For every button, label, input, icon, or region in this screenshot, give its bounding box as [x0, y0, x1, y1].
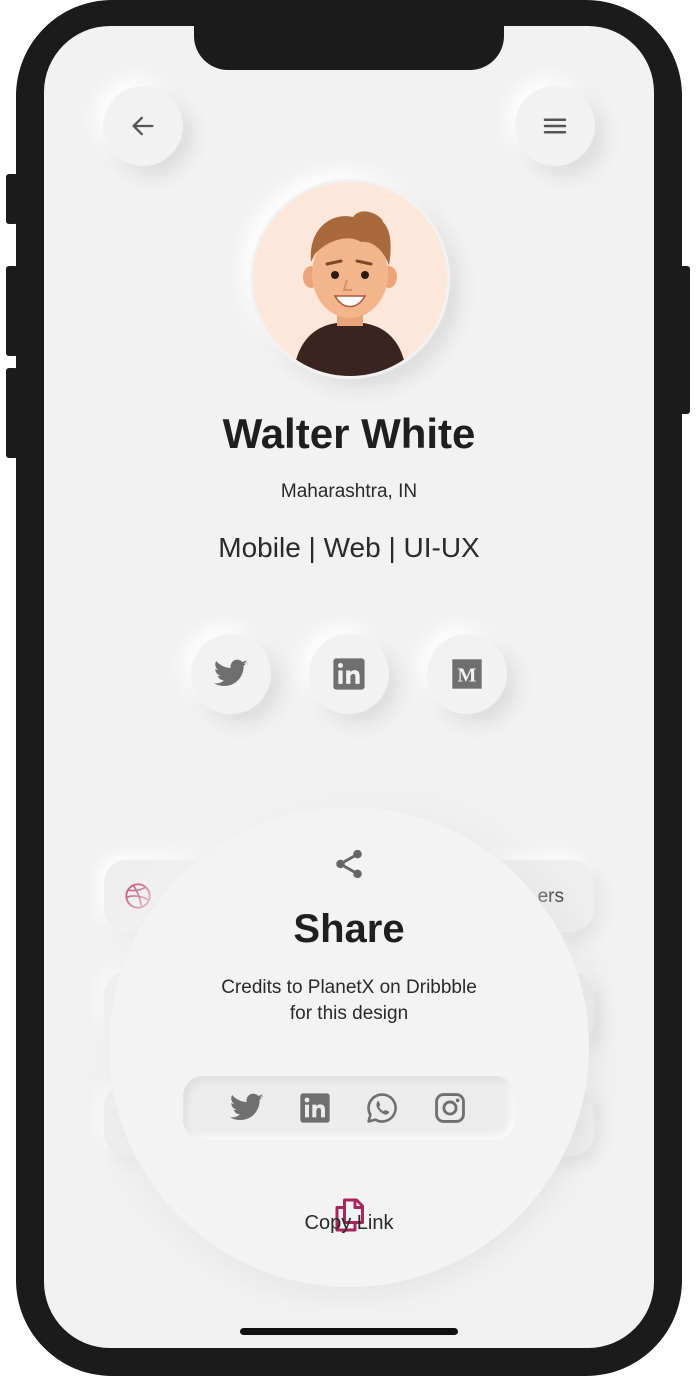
- linkedin-profile-button[interactable]: [309, 634, 389, 714]
- instagram-icon: [435, 1093, 465, 1123]
- linkedin-icon: [333, 658, 365, 690]
- arrow-left-icon: [132, 116, 154, 136]
- back-button[interactable]: [103, 86, 183, 166]
- avatar-ring: [250, 179, 450, 379]
- avatar: [253, 182, 447, 376]
- share-instagram-button[interactable]: [432, 1090, 468, 1126]
- share-whatsapp-button[interactable]: [364, 1090, 400, 1126]
- whatsapp-icon: [367, 1093, 397, 1123]
- dribbble-icon: [125, 883, 151, 909]
- share-modal: Share Credits to PlanetX on Dribbble for…: [109, 807, 589, 1287]
- share-credits-line-1: Credits to PlanetX on Dribbble: [221, 977, 477, 998]
- notch: [194, 26, 504, 70]
- twitter-profile-button[interactable]: [191, 634, 271, 714]
- share-credits-line-2: for this design: [289, 1003, 409, 1024]
- avatar-illustration: [293, 211, 407, 376]
- svg-text:M: M: [458, 664, 477, 686]
- copy-link-label[interactable]: Copy Link: [109, 1212, 589, 1235]
- share-targets-bar: [183, 1076, 515, 1140]
- share-icon: [336, 849, 362, 879]
- medium-icon: M: [452, 659, 482, 689]
- profile-location: Maharashtra, IN: [280, 481, 418, 502]
- medium-profile-button[interactable]: M: [427, 634, 507, 714]
- share-twitter-button[interactable]: [229, 1090, 265, 1126]
- hamburger-menu-icon: [543, 118, 567, 134]
- twitter-icon: [229, 1093, 264, 1121]
- twitter-icon: [213, 659, 248, 687]
- app-screen: Walter White Maharashtra, IN Mobile | We…: [44, 26, 654, 1348]
- profile-role: Mobile | Web | UI-UX: [218, 532, 480, 563]
- share-linkedin-button[interactable]: [297, 1090, 333, 1126]
- share-credits: Credits to PlanetX on Dribbble for this …: [169, 975, 529, 1027]
- linkedin-icon: [300, 1093, 330, 1123]
- home-indicator[interactable]: [240, 1328, 458, 1335]
- menu-button[interactable]: [515, 86, 595, 166]
- profile-name: Walter White: [222, 410, 476, 457]
- share-title: Share: [293, 907, 405, 951]
